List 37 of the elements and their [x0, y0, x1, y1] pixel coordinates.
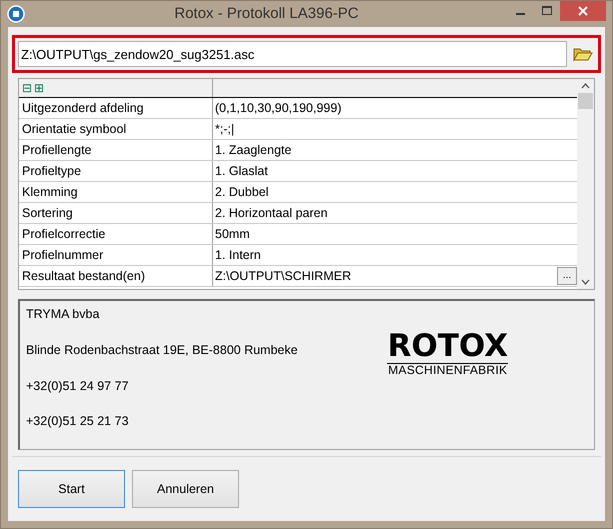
- property-value[interactable]: (0,1,10,30,90,190,999): [215, 98, 342, 118]
- property-name: Sortering: [19, 203, 213, 223]
- property-name: Profielnummer: [19, 245, 213, 265]
- property-value[interactable]: 1. Intern: [215, 246, 261, 264]
- folder-icon[interactable]: [573, 46, 593, 62]
- property-value[interactable]: 2. Horizontaal paren: [215, 204, 328, 222]
- info-text: +32(0)51 24 97 77: [26, 378, 130, 395]
- info-text: Blinde Rodenbachstraat 19E, BE-8800 Rumbeke: [26, 342, 299, 359]
- app-icon: [7, 5, 25, 23]
- scrollbar-thumb[interactable]: [578, 93, 593, 109]
- property-value[interactable]: *;-;|: [215, 120, 234, 138]
- property-value[interactable]: 2. Dubbel: [215, 182, 269, 202]
- close-button[interactable]: [560, 1, 606, 21]
- property-name: Profielcorrectie: [19, 224, 213, 244]
- cancel-button[interactable]: Annuleren: [132, 470, 239, 508]
- property-name: Orientatie symbool: [19, 119, 213, 139]
- property-name: Klemming: [19, 182, 213, 202]
- file-path-field[interactable]: Z:\OUTPUT\gs_zendow20_sug3251.asc: [18, 41, 567, 67]
- property-name: Profieltype: [19, 161, 213, 181]
- start-button[interactable]: Start: [18, 470, 125, 508]
- logo-text: ROTOX: [387, 331, 508, 364]
- property-name: Profiellengte: [19, 140, 213, 160]
- expand-all-icon[interactable]: ⊞: [34, 79, 44, 97]
- logo-subtitle: MASCHINENFABRIK: [388, 364, 508, 376]
- property-value[interactable]: 1. Glaslat: [215, 162, 268, 180]
- property-name: Resultaat bestand(en): [19, 266, 213, 286]
- maximize-icon[interactable]: [542, 6, 552, 16]
- property-value[interactable]: 50mm: [215, 224, 250, 244]
- window-title: Rotox - Protokoll LA396-PC: [173, 4, 360, 24]
- property-value[interactable]: Z:\OUTPUT\SCHIRMER: [215, 266, 352, 286]
- info-text: TRYMA bvba: [26, 306, 100, 323]
- browse-button[interactable]: ...: [557, 267, 577, 285]
- info-text: +32(0)51 25 21 73: [26, 413, 130, 430]
- close-icon: [578, 6, 588, 16]
- property-value[interactable]: 1. Zaaglengte: [215, 140, 292, 160]
- collapse-all-icon[interactable]: ⊟: [22, 79, 32, 97]
- property-name: Uitgezonderd afdeling: [19, 98, 213, 118]
